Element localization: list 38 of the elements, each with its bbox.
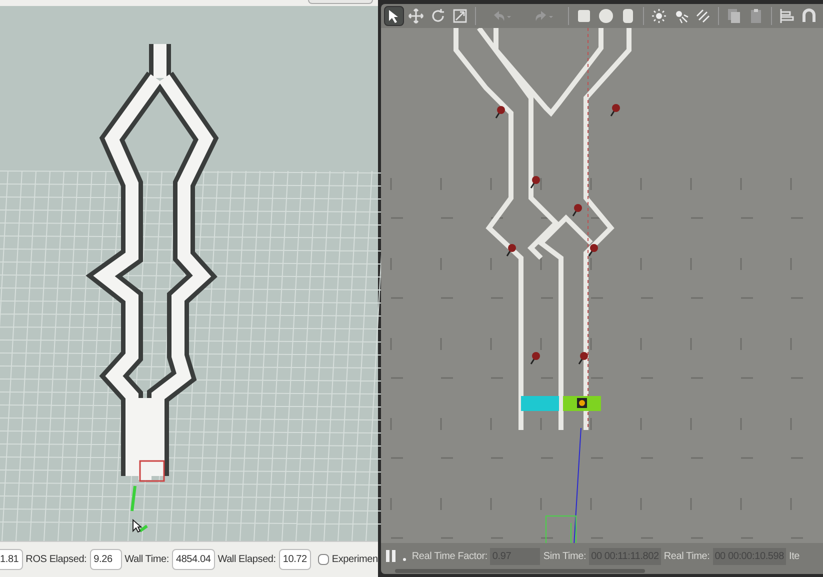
- time-field[interactable]: 9.26: [90, 549, 122, 570]
- cursor-tool-button[interactable]: [384, 6, 404, 26]
- start-pad: [520, 396, 559, 411]
- field-label: ROS Elapsed:: [26, 553, 87, 567]
- time-field[interactable]: 4854.04: [172, 549, 215, 570]
- obstacle-marker-icon: [572, 204, 582, 216]
- mouse-cursor-icon: [132, 519, 142, 533]
- obstacle-marker-icon: [578, 352, 588, 364]
- align-icon: [778, 7, 796, 25]
- obstacle-marker-icon: [530, 176, 540, 188]
- checkbox-label: Experimen: [332, 553, 378, 567]
- frame-drawing: [545, 516, 576, 543]
- status-label: Real Time Factor:: [412, 550, 488, 564]
- magnet-icon: [800, 7, 818, 25]
- field-label: Wall Elapsed:: [218, 553, 276, 567]
- checkbox[interactable]: [318, 554, 329, 565]
- move-icon: [406, 7, 425, 25]
- robot-marker-drawing: [130, 486, 148, 532]
- status-label: Ite: [788, 550, 800, 564]
- sphere-icon: [596, 7, 615, 25]
- obstacle-marker-icon: [530, 352, 540, 364]
- time-field[interactable]: 1.81: [0, 549, 23, 570]
- pause-button[interactable]: [384, 549, 397, 563]
- scale-icon: [450, 7, 469, 25]
- scrollbar[interactable]: [394, 569, 645, 573]
- obstacle-marker-icon: [506, 244, 516, 256]
- sun-icon: [650, 7, 668, 25]
- time-field[interactable]: 10.72: [278, 549, 311, 570]
- field-label: Wall Time:: [124, 553, 169, 567]
- status-label: Sim Time:: [543, 550, 586, 564]
- panel-button[interactable]: [308, 0, 373, 4]
- robot-drawing: [576, 398, 587, 408]
- goal-outline: [139, 460, 165, 482]
- status-label: Real Time:: [664, 550, 710, 564]
- obstacle-marker-icon: [610, 104, 620, 116]
- obstacle-marker-icon: [495, 106, 505, 118]
- obstacle-marker-icon: [588, 244, 598, 256]
- step-icon[interactable]: [402, 558, 406, 561]
